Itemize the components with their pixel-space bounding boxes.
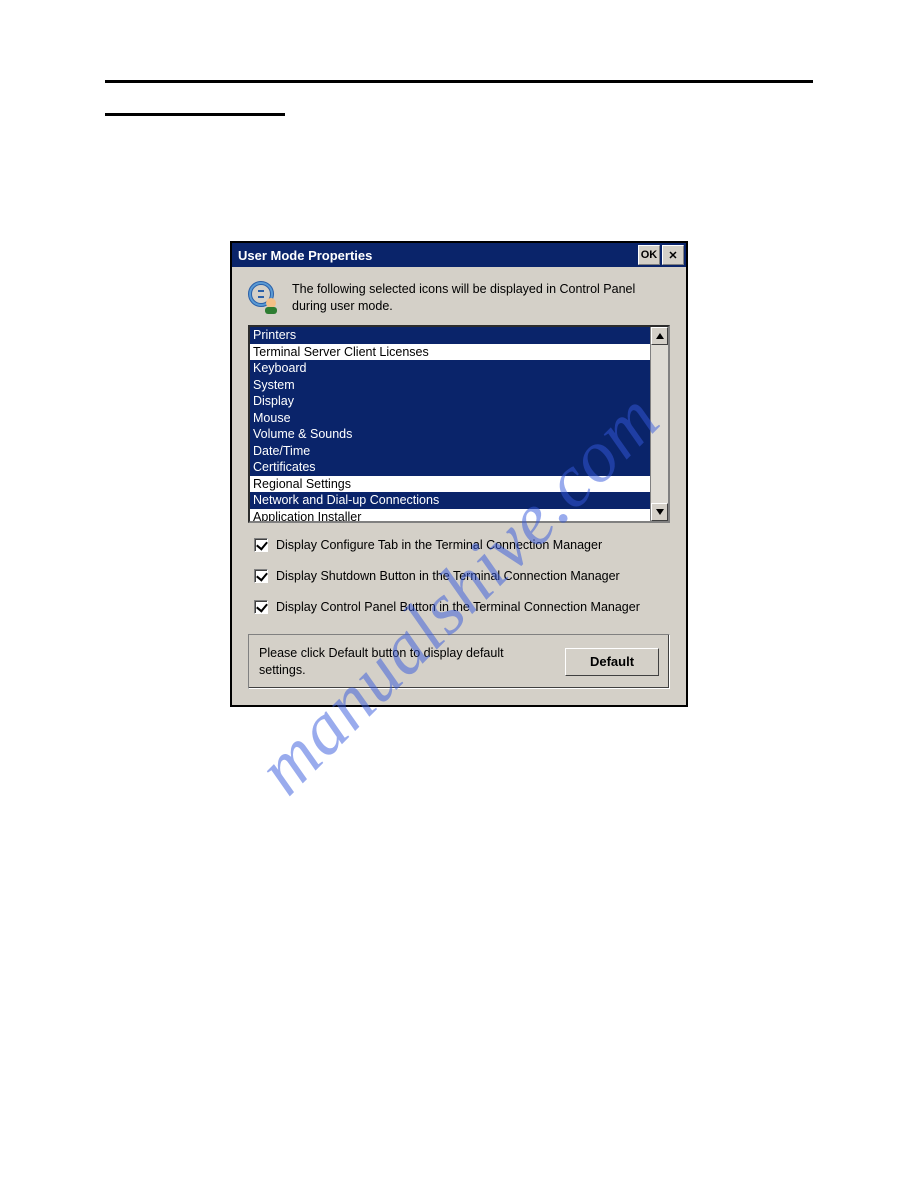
icon-listbox[interactable]: PrintersTerminal Server Client LicensesK… xyxy=(248,325,670,523)
list-item[interactable]: Application Installer xyxy=(250,509,650,522)
list-item[interactable]: Display xyxy=(250,393,650,410)
list-item[interactable]: Volume & Sounds xyxy=(250,426,650,443)
checkbox-label: Display Configure Tab in the Terminal Co… xyxy=(276,537,602,554)
checkbox-row: Display Shutdown Button in the Terminal … xyxy=(254,568,664,585)
list-item[interactable]: Certificates xyxy=(250,459,650,476)
checkbox-row: Display Control Panel Button in the Term… xyxy=(254,599,664,616)
default-settings-group: Please click Default button to display d… xyxy=(248,634,670,690)
scroll-up-button[interactable] xyxy=(651,327,668,345)
list-item[interactable]: Network and Dial-up Connections xyxy=(250,492,650,509)
titlebar: User Mode Properties OK ✕ xyxy=(232,243,686,267)
checkbox[interactable] xyxy=(254,569,268,583)
default-hint-text: Please click Default button to display d… xyxy=(259,645,549,679)
close-button[interactable]: ✕ xyxy=(662,245,684,265)
checkbox-row: Display Configure Tab in the Terminal Co… xyxy=(254,537,664,554)
window-title: User Mode Properties xyxy=(238,248,636,263)
section-underline xyxy=(105,113,285,116)
page-top-rule xyxy=(105,80,813,83)
default-button[interactable]: Default xyxy=(565,648,659,676)
user-gear-icon xyxy=(248,281,282,315)
list-item[interactable]: System xyxy=(250,377,650,394)
checkbox-label: Display Control Panel Button in the Term… xyxy=(276,599,640,616)
scrollbar[interactable] xyxy=(650,327,668,521)
list-item[interactable]: Mouse xyxy=(250,410,650,427)
checkbox[interactable] xyxy=(254,538,268,552)
user-mode-properties-dialog: User Mode Properties OK ✕ The following … xyxy=(230,241,688,707)
checkbox-label: Display Shutdown Button in the Terminal … xyxy=(276,568,620,585)
list-item[interactable]: Regional Settings xyxy=(250,476,650,493)
scroll-track[interactable] xyxy=(651,345,668,503)
list-item[interactable]: Date/Time xyxy=(250,443,650,460)
list-item[interactable]: Terminal Server Client Licenses xyxy=(250,344,650,361)
scroll-down-button[interactable] xyxy=(651,503,668,521)
list-item[interactable]: Keyboard xyxy=(250,360,650,377)
checkbox[interactable] xyxy=(254,600,268,614)
ok-button[interactable]: OK xyxy=(638,245,660,265)
list-item[interactable]: Printers xyxy=(250,327,650,344)
intro-text: The following selected icons will be dis… xyxy=(292,281,647,315)
